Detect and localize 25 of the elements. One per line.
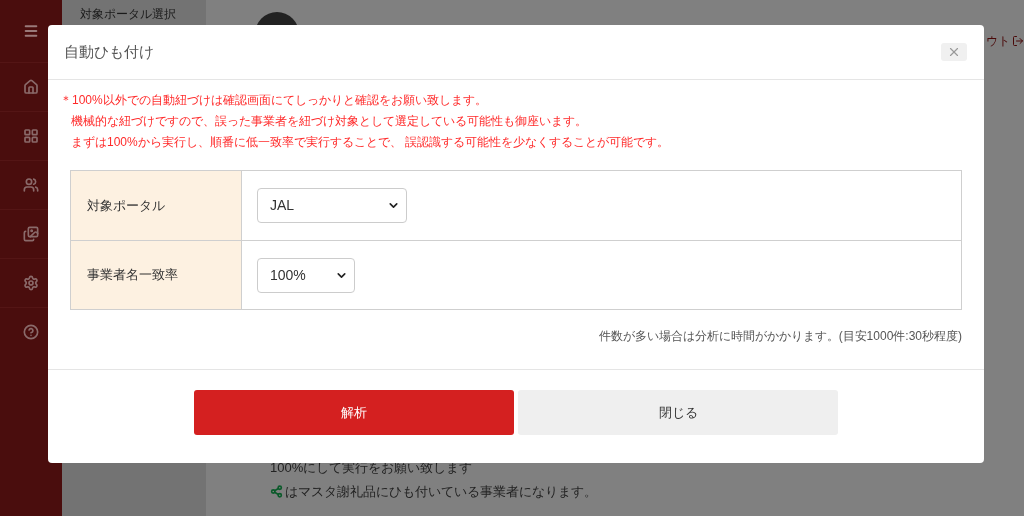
close-icon [947, 45, 961, 59]
settings-icon[interactable] [23, 275, 39, 291]
form-label: 事業者名一致率 [71, 241, 242, 309]
close-button[interactable] [941, 43, 967, 61]
warning-note: ＊100%以外での自動紐づけは確認画面にてしっかりと確認をお願い致します。 [60, 92, 488, 108]
help-icon[interactable] [23, 324, 39, 340]
logout-icon[interactable] [1012, 35, 1024, 47]
grid-icon[interactable] [23, 128, 39, 144]
panel-title: 対象ポータル選択 [80, 7, 177, 21]
home-icon[interactable] [23, 79, 39, 95]
logout-link[interactable]: ウト [986, 32, 1010, 50]
select-field[interactable]: 100% [257, 257, 355, 293]
share-icon [270, 484, 283, 498]
images-icon[interactable] [23, 226, 39, 242]
close-dialog-button[interactable]: 閉じる [518, 390, 838, 435]
form-label: 対象ポータル [71, 171, 242, 240]
warning-note: まずは100%から実行し、順番に低一致率で実行することで、 誤認識する可能性を少なくすることが可能です。 [70, 134, 671, 150]
modal-title: 自動ひも付け [64, 41, 154, 62]
analyze-button[interactable]: 解析 [194, 390, 514, 435]
footer-text: はマスタ謝礼品にひも付いている事業者になります。 [285, 482, 597, 501]
select-field[interactable]: JAL [257, 188, 407, 223]
hint-text: 件数が多い場合は分析に時間がかかります。(目安1000件:30秒程度) [598, 328, 962, 345]
warning-note: 機械的な紐づけですので、誤った事業者を紐づけ対象として選定している可能性も御座います。 [70, 113, 588, 129]
menu-icon[interactable] [23, 23, 39, 39]
users-icon[interactable] [23, 177, 39, 193]
